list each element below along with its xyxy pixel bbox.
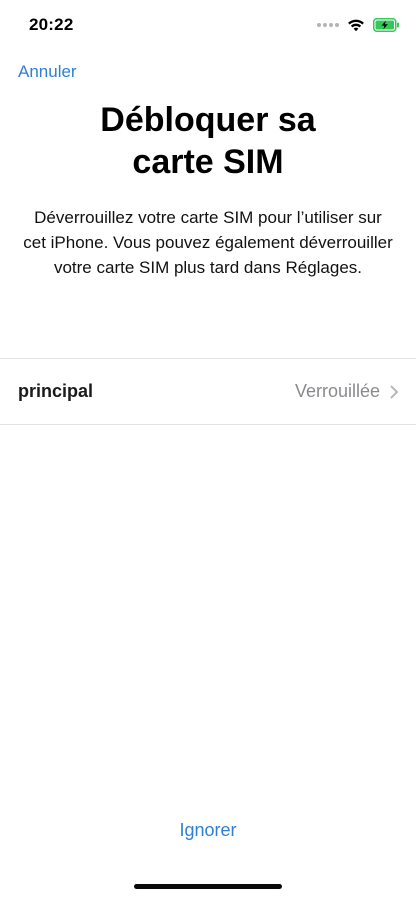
status-bar: 20:22 [0,0,416,50]
status-time: 20:22 [29,15,74,34]
ignore-button[interactable]: Ignorer [0,820,416,841]
wifi-icon [348,19,364,32]
cancel-button[interactable]: Annuler [18,62,77,82]
sim-row-principal[interactable]: principal Verrouillée [0,359,416,424]
list-bottom-divider [0,424,416,425]
sim-status-label: Verrouillée [294,381,380,401]
battery-charging-icon [373,18,399,32]
sim-name-label: principal [18,381,94,401]
status-icons [317,15,400,35]
home-indicator[interactable] [134,884,282,889]
cellular-dots-icon [317,23,339,27]
page-description: Déverrouillez votre carte SIM pour l’uti… [23,208,393,277]
chevron-right-icon [390,385,398,399]
page-title: Débloquer sa carte SIM [100,101,316,181]
